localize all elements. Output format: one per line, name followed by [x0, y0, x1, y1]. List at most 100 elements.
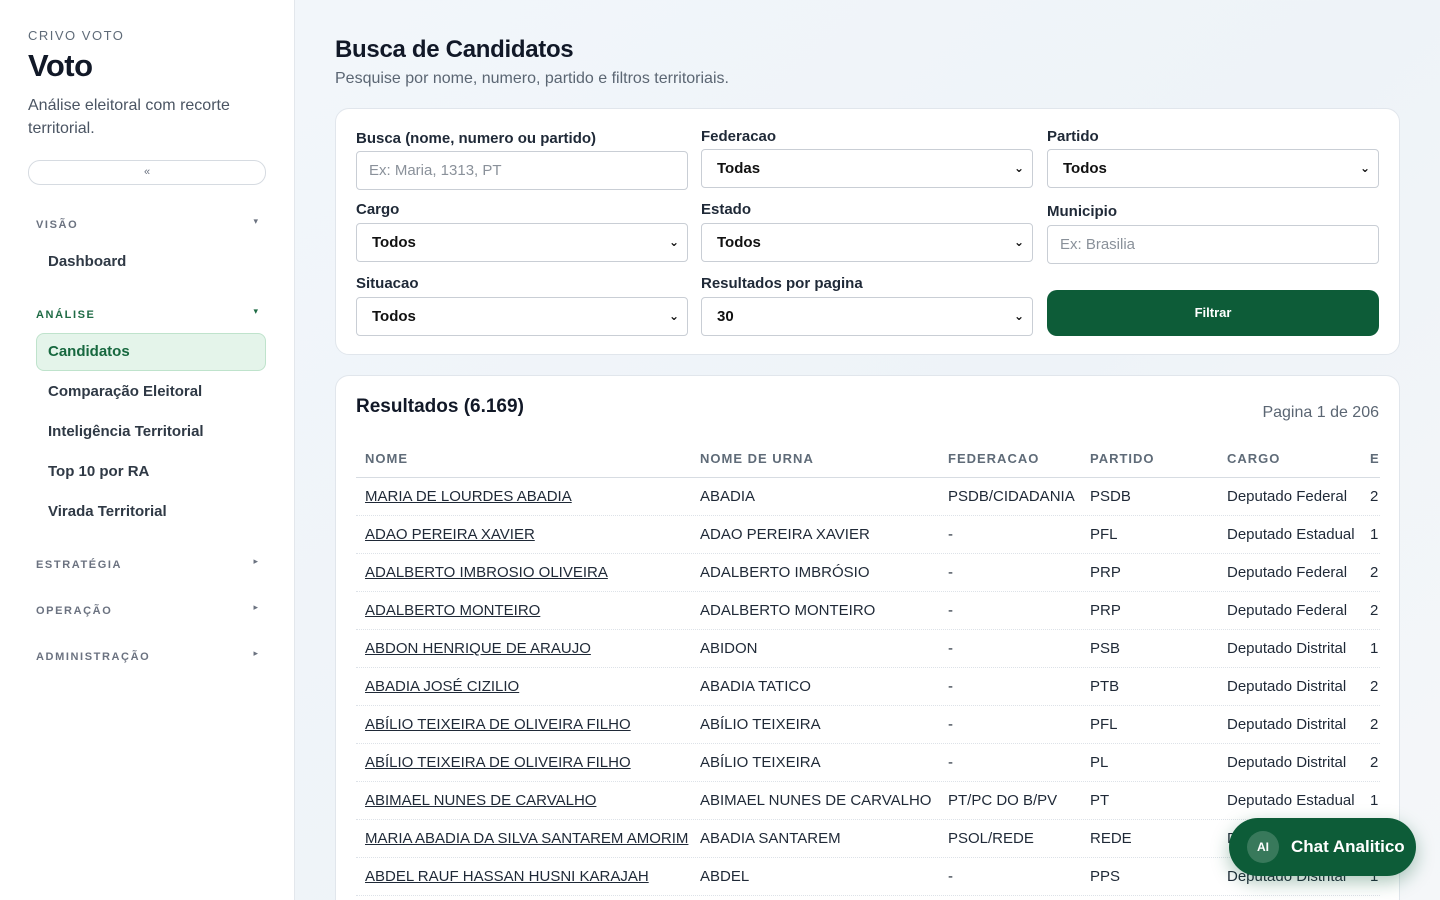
chat-analitico-button[interactable]: AI Chat Analitico [1229, 818, 1416, 876]
extra-cell: 2 [1370, 488, 1379, 505]
table-row: ABÍLIO TEIXEIRA DE OLIVEIRA FILHO ABÍLIO … [356, 706, 1380, 744]
nav-section-label: ESTRATÉGIA [36, 559, 123, 571]
federacao-cell: - [948, 678, 953, 695]
candidate-name-link[interactable]: ABÍLIO TEIXEIRA DE OLIVEIRA FILHO [365, 706, 631, 744]
estado-select[interactable]: Todos ⌄ [701, 223, 1033, 262]
table-row: ABDON HENRIQUE DE ARAUJO ABIDON - PSB Deputa… [356, 630, 1380, 668]
candidate-name-link[interactable]: ABADIA JOSÉ CIZILIO [365, 668, 519, 706]
candidate-name-link[interactable]: ABIMAEL NUNES DE CARVALHO [365, 782, 596, 820]
extra-cell: 1 [1370, 640, 1379, 657]
collapse-sidebar-button[interactable]: « [28, 160, 266, 185]
sidebar-item-virada-territorial[interactable]: Virada Territorial [36, 493, 266, 531]
results-title: Resultados (6.169) [356, 396, 524, 417]
results-table: NOME NOME DE URNA FEDERACAO PARTIDO CARG… [356, 441, 1380, 896]
cargo-select[interactable]: Todos ⌄ [356, 223, 688, 262]
cargo-cell: Deputado Distrital [1227, 754, 1347, 771]
busca-input[interactable]: Ex: Maria, 1313, PT [356, 151, 688, 190]
extra-cell: 2 [1370, 678, 1379, 695]
partido-cell: PL [1090, 754, 1109, 771]
nav-section-label: ANÁLISE [36, 309, 96, 321]
municipio-input[interactable]: Ex: Brasilia [1047, 225, 1379, 264]
estado-value: Todos [717, 234, 761, 251]
por-pagina-select[interactable]: 30 ⌄ [701, 297, 1033, 336]
candidate-name-link[interactable]: MARIA DE LOURDES ABADIA [365, 478, 572, 516]
federacao-cell: - [948, 526, 953, 543]
partido-cell: PSDB [1090, 488, 1131, 505]
partido-cell: PRP [1090, 564, 1121, 581]
column-header-cargo[interactable]: CARGO [1227, 441, 1280, 477]
brand-description: Análise eleitoral com recorte territoria… [28, 97, 230, 137]
filtrar-button[interactable]: Filtrar [1047, 290, 1379, 336]
column-header-federacao[interactable]: FEDERACAO [948, 441, 1039, 477]
table-row: ABDEL RAUF HASSAN HUSNI KARAJAH ABDEL - PPS… [356, 858, 1380, 896]
sidebar-item-dashboard[interactable]: Dashboard [36, 243, 266, 281]
federacao-select[interactable]: Todas ⌄ [701, 149, 1033, 188]
extra-cell: 2 [1370, 564, 1379, 581]
partido-select[interactable]: Todos ⌄ [1047, 149, 1379, 188]
cargo-label: Cargo [356, 201, 400, 218]
nav-section-label: OPERAÇÃO [36, 605, 113, 617]
candidate-name-link[interactable]: ADAO PEREIRA XAVIER [365, 516, 535, 554]
brand-kicker: CRIVO VOTO [28, 28, 125, 43]
federacao-cell: PT/PC DO B/PV [948, 792, 1058, 809]
candidate-name-link[interactable]: ADALBERTO MONTEIRO [365, 592, 540, 630]
nav-section-label: ADMINISTRAÇÃO [36, 651, 151, 663]
nav-section-visao[interactable]: VISÃO ▾ [36, 215, 266, 235]
estado-label: Estado [701, 201, 752, 218]
nome-urna-cell: ABADIA SANTAREM [700, 830, 841, 847]
cargo-cell: Deputado Estadual [1227, 526, 1355, 543]
nav-section-analise[interactable]: ANÁLISE ▾ [36, 305, 266, 325]
nav-section-estrategia[interactable]: ESTRATÉGIA ▸ [36, 555, 266, 575]
extra-cell: 2 [1370, 602, 1379, 619]
partido-cell: PPS [1090, 868, 1121, 885]
candidate-name-link[interactable]: ABDON HENRIQUE DE ARAUJO [365, 630, 591, 668]
nome-urna-cell: ADAO PEREIRA XAVIER [700, 526, 870, 543]
nome-urna-cell: ABÍLIO TEIXEIRA [700, 716, 821, 733]
federacao-cell: - [948, 868, 953, 885]
situacao-value: Todos [372, 308, 416, 325]
caret-down-icon: ▾ [253, 216, 258, 226]
nome-urna-cell: ABADIA [700, 488, 756, 505]
column-header-partido[interactable]: PARTIDO [1090, 441, 1155, 477]
sidebar-item-top10-ra[interactable]: Top 10 por RA [36, 453, 266, 491]
candidate-name-link[interactable]: MARIA ABADIA DA SILVA SANTAREM AMORIM [365, 820, 688, 858]
sidebar-item-comparacao-eleitoral[interactable]: Comparação Eleitoral [36, 373, 266, 411]
partido-cell: PSB [1090, 640, 1121, 657]
results-card: Resultados (6.169) Pagina 1 de 206 NOME … [335, 375, 1400, 900]
sidebar-item-inteligencia-territorial[interactable]: Inteligência Territorial [36, 413, 266, 451]
caret-right-icon: ▸ [253, 602, 258, 612]
chat-button-label: Chat Analitico [1291, 837, 1405, 856]
column-header-nome[interactable]: NOME [365, 441, 408, 477]
sidebar-item-candidatos[interactable]: Candidatos [36, 333, 266, 371]
partido-cell: REDE [1090, 830, 1132, 847]
candidate-name-link[interactable]: ABDEL RAUF HASSAN HUSNI KARAJAH [365, 858, 649, 896]
federacao-cell: - [948, 754, 953, 771]
nome-urna-cell: ABÍLIO TEIXEIRA [700, 754, 821, 771]
partido-value: Todos [1063, 160, 1107, 177]
candidate-name-link[interactable]: ADALBERTO IMBROSIO OLIVEIRA [365, 554, 608, 592]
cargo-cell: Deputado Distrital [1227, 640, 1347, 657]
federacao-cell: PSDB/CIDADANIA [948, 488, 1075, 505]
nome-urna-cell: ADALBERTO IMBRÓSIO [700, 564, 870, 581]
caret-right-icon: ▸ [253, 648, 258, 658]
chevron-down-icon: ⌄ [668, 235, 679, 249]
column-header-nome-urna[interactable]: NOME DE URNA [700, 441, 814, 477]
federacao-value: Todas [717, 160, 761, 177]
column-header-extra[interactable]: E [1370, 441, 1380, 477]
table-row: MARIA DE LOURDES ABADIA ABADIA PSDB/CIDADA… [356, 478, 1380, 516]
nav-section-administracao[interactable]: ADMINISTRAÇÃO ▸ [36, 647, 266, 667]
extra-cell: 1 [1370, 792, 1379, 809]
cargo-cell: Deputado Estadual [1227, 792, 1355, 809]
candidate-name-link[interactable]: ABÍLIO TEIXEIRA DE OLIVEIRA FILHO [365, 744, 631, 782]
municipio-label: Municipio [1047, 203, 1117, 220]
table-row: ADALBERTO IMBROSIO OLIVEIRA ADALBERTO IMB… [356, 554, 1380, 592]
table-body: MARIA DE LOURDES ABADIA ABADIA PSDB/CIDADA… [356, 478, 1380, 896]
nav-section-operacao[interactable]: OPERAÇÃO ▸ [36, 601, 266, 621]
cargo-cell: Deputado Federal [1227, 602, 1348, 619]
situacao-select[interactable]: Todos ⌄ [356, 297, 688, 336]
cargo-cell: Deputado Federal [1227, 488, 1348, 505]
partido-cell: PTB [1090, 678, 1120, 695]
table-header-row: NOME NOME DE URNA FEDERACAO PARTIDO CARG… [356, 441, 1380, 478]
chevron-down-icon: ⌄ [1013, 309, 1024, 323]
federacao-label: Federacao [701, 128, 777, 145]
